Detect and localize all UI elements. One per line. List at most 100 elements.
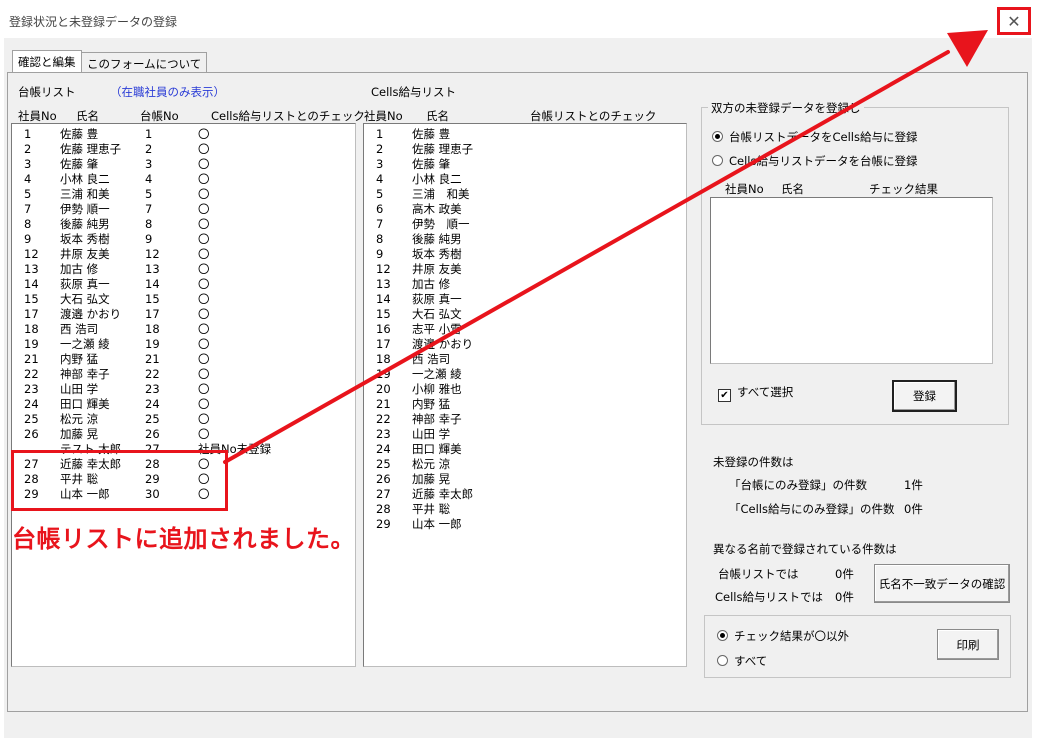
ledger-list-cell: 佐藤 肇: [60, 157, 99, 171]
ledger-list-row[interactable]: 25 松元 涼 25 〇: [12, 412, 355, 427]
ledger-list-cell: 19: [24, 337, 39, 351]
ledger-list-cell: 田口 輝美: [60, 397, 110, 411]
cells-list-cell: 24: [376, 442, 391, 456]
cells-list-cell: 神部 幸子: [412, 412, 462, 426]
cells-list-cell: 高木 政美: [412, 202, 462, 216]
right-cells-listbox[interactable]: 1 佐藤 豊 2 佐藤 理恵子 3 佐藤 肇 4 小林 良二 5 三浦 和美 6 高木 政美 7 伊勢 順…: [363, 123, 687, 667]
ledger-list-row[interactable]: 19 一之瀬 綾 19 〇: [12, 337, 355, 352]
cells-list-row[interactable]: 3 佐藤 肇: [364, 157, 686, 172]
cells-list-cell: 18: [376, 352, 391, 366]
ledger-list-row[interactable]: 2 佐藤 理恵子 2 〇: [12, 142, 355, 157]
radio-print-non-ok[interactable]: チェック結果が〇以外: [717, 628, 849, 644]
cells-list-cell: 25: [376, 457, 391, 471]
ledger-list-row[interactable]: 7 伊勢 順一 7 〇: [12, 202, 355, 217]
ledger-list-row[interactable]: 15 大石 弘文 15 〇: [12, 292, 355, 307]
cells-list-cell: 近藤 幸太郎: [412, 487, 474, 501]
ledger-list-cell: 〇: [198, 367, 210, 381]
ledger-list-row[interactable]: 23 山田 学 23 〇: [12, 382, 355, 397]
radio-ledger-to-cells[interactable]: 台帳リストデータをCells給与に登録: [712, 129, 918, 145]
ledger-list-cell: 23: [145, 382, 160, 396]
ledger-list-cell: 渡邉 かおり: [60, 307, 122, 321]
cells-list-row[interactable]: 16 志平 小雪: [364, 322, 686, 337]
register-button-label: 登録: [913, 389, 936, 403]
cells-list-cell: 12: [376, 262, 391, 276]
cells-list-row[interactable]: 20 小柳 雅也: [364, 382, 686, 397]
cells-list-row[interactable]: 2 佐藤 理恵子: [364, 142, 686, 157]
cells-list-cell: 23: [376, 427, 391, 441]
ledger-list-row[interactable]: 17 渡邉 かおり 17 〇: [12, 307, 355, 322]
ledger-list-row[interactable]: 24 田口 輝美 24 〇: [12, 397, 355, 412]
cells-list-row[interactable]: 26 加藤 晃: [364, 472, 686, 487]
cells-list-cell: 4: [376, 172, 384, 186]
cells-list-row[interactable]: 13 加古 修: [364, 277, 686, 292]
close-button[interactable]: ✕: [997, 7, 1031, 35]
print-button-label: 印刷: [956, 637, 980, 652]
ledger-list-cell: 4: [145, 172, 153, 186]
ledger-list-cell: 18: [145, 322, 160, 336]
cells-list-row[interactable]: 22 神部 幸子: [364, 412, 686, 427]
name-mismatch-check-button[interactable]: 氏名不一致データの確認: [874, 564, 1010, 603]
radio-label: チェック結果が〇以外: [734, 629, 849, 643]
tab-about-form[interactable]: このフォームについて: [81, 52, 208, 73]
cells-list-row[interactable]: 15 大石 弘文: [364, 307, 686, 322]
register-button[interactable]: 登録: [892, 380, 957, 412]
ledger-list-row[interactable]: 13 加古 修 13 〇: [12, 262, 355, 277]
left-header-employee-no: 社員No: [18, 109, 57, 123]
cells-list-row[interactable]: 23 山田 学: [364, 427, 686, 442]
cells-list-row[interactable]: 9 坂本 秀樹: [364, 247, 686, 262]
cells-list-row[interactable]: 27 近藤 幸太郎: [364, 487, 686, 502]
ledger-list-cell: 3: [145, 157, 153, 171]
select-all-checkbox[interactable]: ✔ すべて選択: [718, 384, 793, 402]
cells-list-row[interactable]: 12 井原 友美: [364, 262, 686, 277]
ledger-list-row[interactable]: 9 坂本 秀樹 9 〇: [12, 232, 355, 247]
cells-list-row[interactable]: 25 松元 涼: [364, 457, 686, 472]
cells-list-row[interactable]: 5 三浦 和美: [364, 187, 686, 202]
ledger-list-row[interactable]: 21 内野 猛 21 〇: [12, 352, 355, 367]
cells-list-row[interactable]: 18 西 浩司: [364, 352, 686, 367]
ledger-list-row[interactable]: 8 後藤 純男 8 〇: [12, 217, 355, 232]
cells-list-row[interactable]: 24 田口 輝美: [364, 442, 686, 457]
left-list-title: 台帳リスト: [18, 85, 76, 99]
cells-list-row[interactable]: 28 平井 聡: [364, 502, 686, 517]
ledger-list-cell: 井原 友美: [60, 247, 110, 261]
cells-list-row[interactable]: 7 伊勢 順一: [364, 217, 686, 232]
cells-list-cell: 加古 修: [412, 277, 451, 291]
ledger-list-cell: 〇: [198, 307, 210, 321]
ledger-list-cell: 〇: [198, 322, 210, 336]
ledger-list-row[interactable]: 4 小林 良二 4 〇: [12, 172, 355, 187]
left-ledger-listbox[interactable]: 1 佐藤 豊 1 〇 2 佐藤 理恵子 2 〇 3 佐藤 肇 3 〇 4 小林 良二 4 〇 5 三浦 和美 5 〇 7…: [11, 123, 356, 667]
ledger-list-row[interactable]: 14 荻原 真一 14 〇: [12, 277, 355, 292]
tab-confirm-edit[interactable]: 確認と編集: [12, 50, 82, 73]
cells-list-cell: 大石 弘文: [412, 307, 462, 321]
ledger-list-row[interactable]: 1 佐藤 豊 1 〇: [12, 127, 355, 142]
ledger-list-cell: 25: [24, 412, 39, 426]
radio-icon: [712, 155, 723, 166]
cells-list-row[interactable]: 6 高木 政美: [364, 202, 686, 217]
print-button[interactable]: 印刷: [937, 629, 999, 660]
cells-list-row[interactable]: 14 荻原 真一: [364, 292, 686, 307]
ledger-list-row[interactable]: 5 三浦 和美 5 〇: [12, 187, 355, 202]
left-header-cells-check: Cells給与リストとのチェック: [211, 109, 365, 123]
ledger-list-row[interactable]: 26 加藤 晃 26 〇: [12, 427, 355, 442]
ledger-list-cell: 18: [24, 322, 39, 336]
radio-cells-to-ledger[interactable]: Cells給与リストデータを台帳に登録: [712, 153, 918, 169]
ledger-list-row[interactable]: 22 神部 幸子 22 〇: [12, 367, 355, 382]
cells-list-cell: 8: [376, 232, 384, 246]
cells-list-row[interactable]: 17 渡邉 かおり: [364, 337, 686, 352]
ledger-list-row[interactable]: 18 西 浩司 18 〇: [12, 322, 355, 337]
cells-list-row[interactable]: 29 山本 一郎: [364, 517, 686, 532]
ledger-list-row[interactable]: 3 佐藤 肇 3 〇: [12, 157, 355, 172]
cells-list-row[interactable]: 19 一之瀬 綾: [364, 367, 686, 382]
ledger-list-cell: 〇: [198, 232, 210, 246]
cells-list-cell: 一之瀬 綾: [412, 367, 462, 381]
ledger-list-cell: 加古 修: [60, 262, 99, 276]
cells-list-cell: 井原 友美: [412, 262, 462, 276]
radio-print-all[interactable]: すべて: [717, 653, 767, 669]
ledger-list-cell: 〇: [198, 187, 210, 201]
cells-list-row[interactable]: 1 佐藤 豊: [364, 127, 686, 142]
cells-list-row[interactable]: 21 内野 猛: [364, 397, 686, 412]
ledger-list-row[interactable]: 12 井原 友美 12 〇: [12, 247, 355, 262]
unregistered-listbox[interactable]: [710, 197, 993, 364]
cells-list-row[interactable]: 8 後藤 純男: [364, 232, 686, 247]
cells-list-row[interactable]: 4 小林 良二: [364, 172, 686, 187]
